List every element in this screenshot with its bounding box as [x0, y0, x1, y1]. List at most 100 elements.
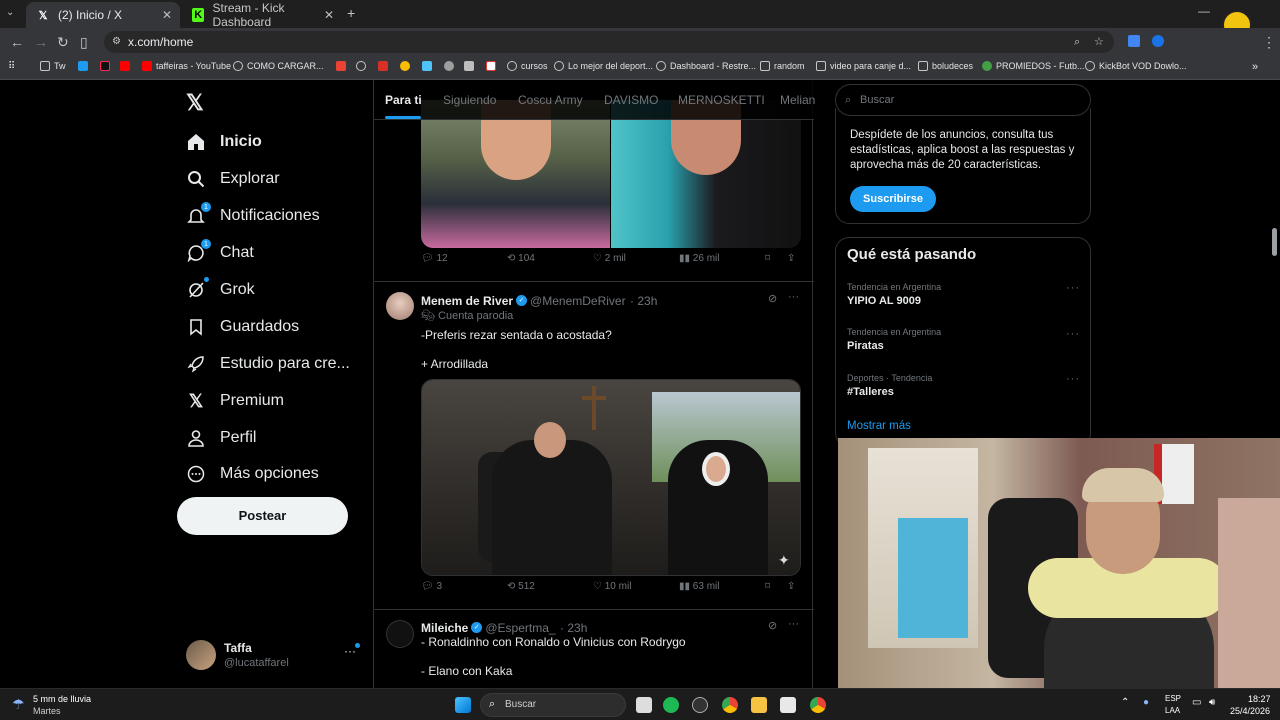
bookmark-dashboard[interactable]: Dashboard - Restre...: [656, 61, 756, 71]
tab-x-home[interactable]: 𝕏 (2) Inicio / X ✕: [26, 2, 180, 28]
bookmark-kickbot[interactable]: KickBot VOD Dowlo...: [1085, 61, 1187, 71]
obs-icon[interactable]: [692, 697, 708, 713]
tray-chevron-icon[interactable]: ⌃: [1121, 697, 1129, 708]
sidebar-item-guardados[interactable]: Guardados: [186, 317, 299, 337]
close-icon[interactable]: ✕: [324, 8, 334, 22]
show-more-link[interactable]: Mostrar más: [847, 420, 911, 432]
bookmark-icon-f[interactable]: [464, 61, 478, 71]
reply-button[interactable]: 💬︎ 12: [421, 253, 448, 264]
bookmark-icon-b[interactable]: [378, 61, 392, 71]
reload-icon[interactable]: ↻: [57, 34, 69, 51]
tab-coscu-army[interactable]: Coscu Army: [518, 93, 583, 107]
account-switcher[interactable]: Taffa @lucataffarel ···: [186, 638, 362, 672]
bookmark-icon-e[interactable]: [444, 61, 458, 71]
network-icon[interactable]: ▭: [1192, 697, 1201, 708]
bookmark-icon-river[interactable]: [486, 61, 500, 71]
zoom-icon[interactable]: ⌕: [1074, 31, 1080, 53]
sidebar-item-premium[interactable]: 𝕏 Premium: [186, 391, 284, 411]
tab-kick-dashboard[interactable]: K Stream - Kick Dashboard ✕: [182, 1, 342, 29]
subscribe-button[interactable]: Suscribirse: [850, 186, 936, 212]
sidebar-item-estudio[interactable]: Estudio para cre...: [186, 354, 350, 374]
tweet[interactable]: Menem de River ✓ @MenemDeRiver · 23h ⊘ ···…: [374, 282, 814, 608]
repost-button[interactable]: ⟲ 512: [507, 581, 535, 592]
spotify-icon[interactable]: [663, 697, 679, 713]
url-input[interactable]: ⚙ x.com/home ⌕ ☆: [104, 31, 1114, 53]
tab-mernosketti[interactable]: MERNOSKETTI: [678, 93, 765, 107]
views-button[interactable]: ▮▮ 63 mil: [679, 581, 719, 592]
lang-code[interactable]: ESP: [1165, 694, 1181, 703]
avatar[interactable]: [386, 292, 414, 320]
kebab-menu-icon[interactable]: ⋮: [1262, 34, 1276, 51]
forward-icon[interactable]: →: [34, 34, 48, 50]
bookmark-tw[interactable]: Tw: [40, 61, 66, 71]
volume-icon[interactable]: 🔊︎: [1209, 697, 1215, 708]
tab-search-button[interactable]: ⌄: [6, 7, 14, 18]
more-icon[interactable]: ···: [1066, 373, 1080, 385]
grok-icon[interactable]: ⊘: [768, 292, 777, 305]
handle[interactable]: @Espertma_: [485, 621, 555, 635]
bookmark-icon[interactable]: ⌑: [765, 581, 770, 592]
scrollbar[interactable]: [1272, 228, 1277, 256]
share-icon[interactable]: ⇪: [787, 581, 795, 592]
x-logo-icon[interactable]: 𝕏: [186, 90, 204, 116]
bookmark-cursos[interactable]: cursos: [507, 61, 548, 71]
bookmark-icon-twitter[interactable]: [78, 61, 92, 71]
bookmark-lo-mejor[interactable]: Lo mejor del deport...: [554, 61, 653, 71]
like-button[interactable]: ♡ 2 mil: [593, 253, 626, 264]
tab-para-ti[interactable]: Para ti: [385, 93, 422, 107]
minimize-icon[interactable]: —: [1198, 4, 1210, 18]
views-button[interactable]: ▮▮ 26 mil: [679, 253, 719, 264]
handle[interactable]: @MenemDeRiver: [530, 294, 626, 308]
sidebar-item-mas-opciones[interactable]: Más opciones: [186, 464, 319, 484]
weather-icon[interactable]: ☂: [12, 696, 25, 713]
bookmark-video-canje[interactable]: video para canje d...: [816, 61, 911, 71]
sidebar-item-grok[interactable]: Grok: [186, 277, 255, 300]
microphone-icon[interactable]: ●: [1143, 697, 1149, 708]
more-bookmarks-icon[interactable]: »: [1252, 61, 1258, 73]
star-icon[interactable]: ☆: [1094, 31, 1104, 53]
tweet-media[interactable]: ✦: [421, 379, 801, 576]
site-info-icon[interactable]: ⚙: [112, 31, 121, 53]
sidebar-item-perfil[interactable]: Perfil: [186, 428, 256, 448]
taskbar-search-input[interactable]: ⌕ Buscar: [480, 693, 626, 717]
close-icon[interactable]: ✕: [162, 8, 172, 22]
avatar[interactable]: [386, 620, 414, 648]
sidebar-item-chat[interactable]: 1 Chat: [186, 239, 254, 263]
repost-button[interactable]: ⟲ 104: [507, 253, 535, 264]
sidebar-item-explorar[interactable]: Explorar: [186, 169, 280, 189]
new-tab-button[interactable]: +: [347, 5, 355, 21]
chrome-icon[interactable]: [810, 697, 826, 713]
tab-siguiendo[interactable]: Siguiendo: [443, 93, 496, 107]
file-explorer-icon[interactable]: [751, 697, 767, 713]
bookmark-icon-a[interactable]: [356, 61, 370, 71]
apps-icon[interactable]: ⠿: [8, 61, 15, 72]
more-icon[interactable]: ···: [1066, 328, 1080, 340]
timestamp[interactable]: · 23h: [630, 294, 657, 308]
weather-text[interactable]: 5 mm de lluvia: [33, 694, 91, 704]
like-button[interactable]: ♡ 10 mil: [593, 581, 631, 592]
windows-start-icon[interactable]: [455, 697, 471, 713]
bookmark-icon-gmail[interactable]: [336, 61, 350, 71]
post-button[interactable]: Postear: [177, 497, 348, 535]
more-icon[interactable]: ···: [788, 291, 799, 303]
bookmark-icon-tiktok[interactable]: [100, 61, 114, 71]
tab-melian[interactable]: Melian: [780, 93, 815, 107]
bookmark-icon[interactable]: ⌑: [765, 253, 770, 264]
bookmark-random[interactable]: random: [760, 61, 805, 71]
display-name[interactable]: Menem de River: [421, 294, 513, 308]
timestamp[interactable]: · 23h: [560, 621, 587, 635]
bookmark-como-cargar[interactable]: COMO CARGAR...: [233, 61, 324, 71]
grok-icon[interactable]: ⊘: [768, 619, 777, 632]
split-view-icon[interactable]: ▯: [80, 34, 88, 51]
extension-icon[interactable]: [1128, 35, 1140, 47]
tweet-media[interactable]: [421, 100, 801, 248]
sidebar-item-inicio[interactable]: Inicio: [186, 132, 262, 152]
extension-icon[interactable]: [1152, 35, 1164, 47]
chrome-icon[interactable]: [722, 697, 738, 713]
bookmark-boludeces[interactable]: boludeces: [918, 61, 973, 71]
bookmark-promiedos[interactable]: PROMIEDOS - Futb...: [982, 61, 1085, 71]
tab-davismo[interactable]: DAVISMO: [604, 93, 658, 107]
reply-button[interactable]: 💬︎ 3: [421, 581, 442, 592]
store-icon[interactable]: [780, 697, 796, 713]
share-icon[interactable]: ⇪: [787, 253, 795, 264]
